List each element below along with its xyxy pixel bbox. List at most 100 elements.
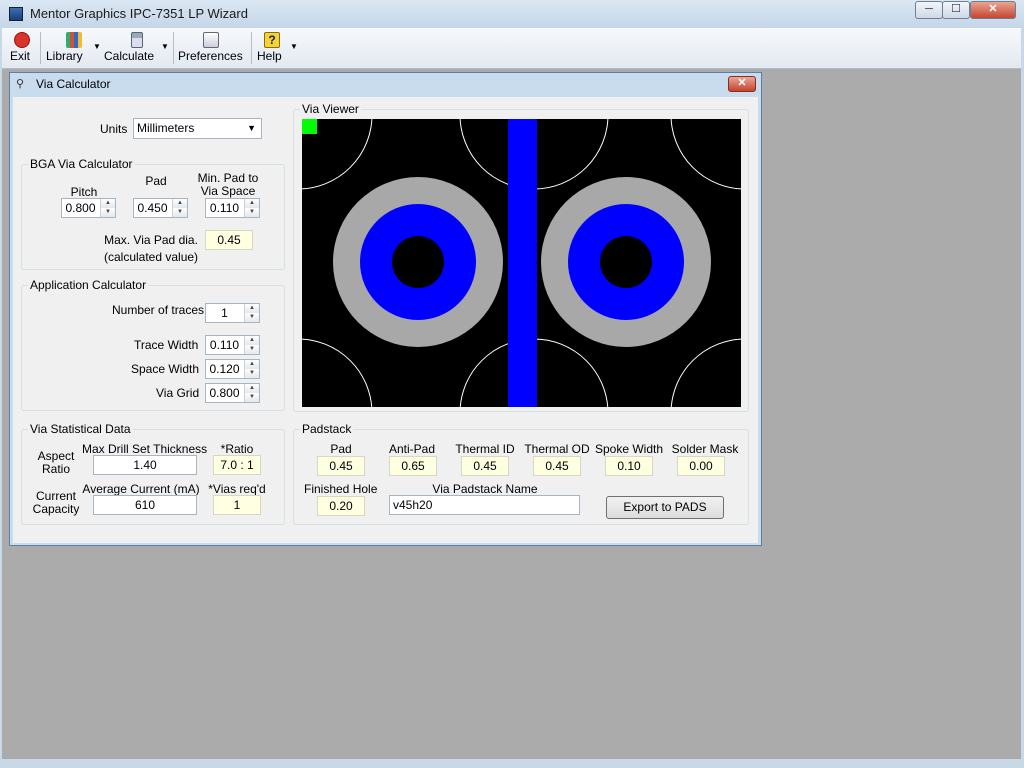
up-arrow-icon[interactable]: ▲ bbox=[173, 199, 187, 208]
vias-required-label: *Vias req'd bbox=[208, 482, 266, 496]
maximize-button[interactable]: ☐ bbox=[942, 1, 970, 19]
aspect-ratio-label-line2: Ratio bbox=[41, 462, 70, 476]
trace-width-stepper[interactable]: 0.110 ▲ ▼ bbox=[205, 335, 260, 355]
pad-stepper[interactable]: 0.450 ▲ ▼ bbox=[133, 198, 188, 218]
number-of-traces-value: 1 bbox=[221, 306, 228, 320]
calculate-button[interactable]: Calculate ▼ bbox=[104, 30, 170, 66]
padstack-title: Padstack bbox=[300, 422, 354, 436]
down-arrow-icon[interactable]: ▼ bbox=[101, 208, 115, 217]
thermal-od-value: 0.45 bbox=[533, 456, 581, 476]
down-arrow-icon[interactable]: ▼ bbox=[245, 393, 259, 402]
min-pad-label-line2: Via Space bbox=[200, 184, 256, 198]
export-to-pads-button[interactable]: Export to PADS bbox=[606, 496, 724, 519]
toolbar: Exit Library ▼ Calculate ▼ Preferences ?… bbox=[2, 28, 1021, 69]
toolbar-separator bbox=[40, 32, 41, 64]
up-arrow-icon[interactable]: ▲ bbox=[101, 199, 115, 208]
stepper-arrows[interactable]: ▲ ▼ bbox=[244, 304, 259, 322]
preferences-button[interactable]: Preferences bbox=[178, 30, 244, 66]
preferences-label: Preferences bbox=[178, 49, 243, 63]
calculator-icon bbox=[131, 32, 143, 48]
space-width-stepper[interactable]: 0.120 ▲ ▼ bbox=[205, 359, 260, 379]
power-icon bbox=[14, 32, 30, 48]
current-capacity-label: Current Capacity bbox=[30, 490, 82, 516]
help-label: Help bbox=[257, 49, 282, 63]
stepper-arrows[interactable]: ▲ ▼ bbox=[100, 199, 115, 217]
pad-label: Pad bbox=[145, 174, 167, 188]
down-arrow-icon[interactable]: ▼ bbox=[245, 369, 259, 378]
min-pad-stepper[interactable]: 0.110 ▲ ▼ bbox=[205, 198, 260, 218]
units-select[interactable]: Millimeters ▼ bbox=[133, 118, 262, 139]
via-hole bbox=[392, 236, 444, 288]
up-arrow-icon[interactable]: ▲ bbox=[245, 384, 259, 393]
up-arrow-icon[interactable]: ▲ bbox=[245, 304, 259, 313]
up-arrow-icon[interactable]: ▲ bbox=[245, 336, 259, 345]
max-via-pad-label-line2: (calculated value) bbox=[104, 250, 199, 264]
up-arrow-icon[interactable]: ▲ bbox=[245, 199, 259, 208]
stepper-arrows[interactable]: ▲ ▼ bbox=[244, 199, 259, 217]
via-viewer-canvas[interactable] bbox=[302, 119, 741, 407]
down-arrow-icon[interactable]: ▼ bbox=[245, 345, 259, 354]
via-statistical-data-title: Via Statistical Data bbox=[28, 422, 133, 436]
units-value: Millimeters bbox=[137, 121, 195, 135]
padstack-pad-label: Pad bbox=[330, 442, 352, 456]
trace-width-label: Trace Width bbox=[134, 338, 199, 352]
min-pad-value: 0.110 bbox=[209, 201, 240, 215]
bga-via-calculator-title: BGA Via Calculator bbox=[28, 157, 135, 171]
via-hole bbox=[600, 236, 652, 288]
anti-pad-value: 0.65 bbox=[389, 456, 437, 476]
space-width-value: 0.120 bbox=[209, 362, 240, 376]
space-width-label: Space Width bbox=[131, 362, 200, 376]
via-padstack-name-input[interactable]: v45h20 bbox=[389, 495, 580, 515]
application-calculator-title: Application Calculator bbox=[28, 278, 149, 292]
library-label: Library bbox=[46, 49, 83, 63]
pitch-stepper[interactable]: 0.800 ▲ ▼ bbox=[61, 198, 116, 218]
via-grid-label: Via Grid bbox=[156, 386, 200, 400]
preferences-icon bbox=[203, 32, 219, 48]
origin-marker bbox=[302, 119, 317, 134]
library-button[interactable]: Library ▼ bbox=[46, 30, 102, 66]
vias-required-value: 1 bbox=[213, 495, 261, 515]
stepper-arrows[interactable]: ▲ ▼ bbox=[244, 384, 259, 402]
via-grid-stepper[interactable]: 0.800 ▲ ▼ bbox=[205, 383, 260, 403]
stepper-arrows[interactable]: ▲ ▼ bbox=[244, 360, 259, 378]
stepper-arrows[interactable]: ▲ ▼ bbox=[244, 336, 259, 354]
via-calculator-close-button[interactable]: ✕ bbox=[728, 76, 756, 92]
solder-mask-label: Solder Mask bbox=[671, 442, 739, 456]
max-via-pad-value: 0.45 bbox=[205, 230, 253, 250]
anti-pad-label: Anti-Pad bbox=[388, 442, 436, 456]
down-arrow-icon[interactable]: ▼ bbox=[173, 208, 187, 217]
current-capacity-label-line2: Capacity bbox=[32, 502, 80, 516]
thermal-id-value: 0.45 bbox=[461, 456, 509, 476]
via-viewer-title: Via Viewer bbox=[300, 102, 361, 116]
aspect-ratio-label: Aspect Ratio bbox=[32, 450, 80, 476]
toolbar-separator bbox=[251, 32, 252, 64]
window-title: Mentor Graphics IPC-7351 LP Wizard bbox=[30, 6, 248, 21]
toolbar-separator bbox=[173, 32, 174, 64]
exit-label: Exit bbox=[10, 49, 31, 63]
minimize-button[interactable]: ─ bbox=[915, 1, 943, 19]
down-arrow-icon[interactable]: ▼ bbox=[245, 208, 259, 217]
padstack-pad-value: 0.45 bbox=[317, 456, 365, 476]
chevron-down-icon[interactable]: ▼ bbox=[161, 42, 169, 51]
max-via-pad-label-line1: Max. Via Pad dia. bbox=[104, 233, 198, 247]
via-viewer-drawing bbox=[302, 119, 741, 407]
down-arrow-icon[interactable]: ▼ bbox=[245, 313, 259, 322]
close-button[interactable]: ✕ bbox=[970, 1, 1016, 19]
number-of-traces-stepper[interactable]: 1 ▲ ▼ bbox=[205, 303, 260, 323]
stepper-arrows[interactable]: ▲ ▼ bbox=[172, 199, 187, 217]
up-arrow-icon[interactable]: ▲ bbox=[245, 360, 259, 369]
chevron-down-icon[interactable]: ▼ bbox=[290, 42, 298, 51]
average-current-value: 610 bbox=[93, 495, 197, 515]
chevron-down-icon[interactable]: ▼ bbox=[93, 42, 101, 51]
pitch-label: Pitch bbox=[70, 185, 98, 199]
via-calculator-icon: ⚲ bbox=[16, 78, 25, 90]
calculate-label: Calculate bbox=[104, 49, 155, 63]
average-current-label: Average Current (mA) bbox=[82, 482, 200, 496]
max-drill-value: 1.40 bbox=[93, 455, 197, 475]
spoke-width-label: Spoke Width bbox=[594, 442, 664, 456]
pad-value: 0.450 bbox=[137, 201, 168, 215]
number-of-traces-label: Number of traces bbox=[112, 303, 205, 317]
exit-button[interactable]: Exit bbox=[10, 30, 34, 66]
spoke-width-value: 0.10 bbox=[605, 456, 653, 476]
help-button[interactable]: ? Help ▼ bbox=[257, 30, 298, 66]
